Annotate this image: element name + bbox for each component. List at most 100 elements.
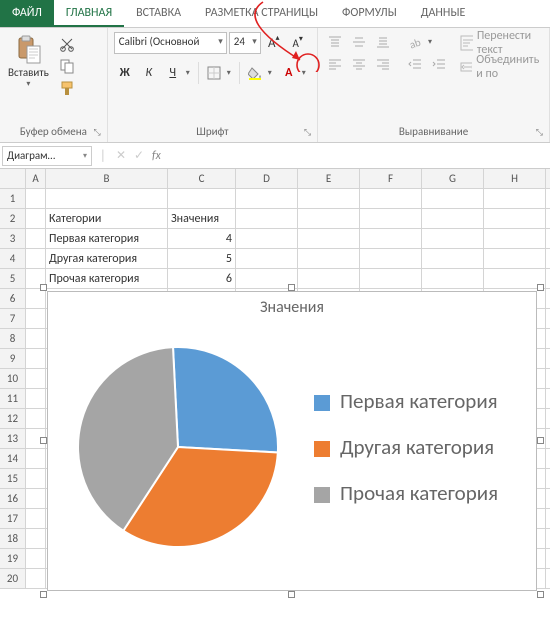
cell-E4[interactable] <box>298 249 360 268</box>
col-head-f[interactable]: F <box>360 169 422 188</box>
increase-indent-button[interactable] <box>428 54 450 74</box>
row-head-2[interactable]: 2 <box>0 209 26 228</box>
row-head-5[interactable]: 5 <box>0 269 26 288</box>
row-head-6[interactable]: 6 <box>0 289 26 308</box>
cell-A7[interactable] <box>26 309 46 328</box>
cell-A20[interactable] <box>26 569 46 588</box>
cell-A3[interactable] <box>26 229 46 248</box>
font-size-combo[interactable]: 24 <box>229 32 261 54</box>
cell-A17[interactable] <box>26 509 46 528</box>
enter-formula-icon[interactable]: ✓ <box>130 148 148 163</box>
row-head-1[interactable]: 1 <box>0 189 26 208</box>
cell-F3[interactable] <box>360 229 422 248</box>
cell-A14[interactable] <box>26 449 46 468</box>
cell-E5[interactable] <box>298 269 360 288</box>
row-head-3[interactable]: 3 <box>0 229 26 248</box>
fill-color-dropdown[interactable]: ▾ <box>268 62 276 84</box>
row-head-19[interactable]: 19 <box>0 549 26 568</box>
cell-G5[interactable] <box>422 269 484 288</box>
fx-icon[interactable]: fx <box>152 149 161 163</box>
formula-input[interactable] <box>165 146 550 166</box>
cell-A11[interactable] <box>26 389 46 408</box>
decrease-font-button[interactable]: A▾ <box>287 32 309 54</box>
cell-F2[interactable] <box>360 209 422 228</box>
cell-A9[interactable] <box>26 349 46 368</box>
cell-C2[interactable]: Значения <box>168 209 236 228</box>
col-head-e[interactable]: E <box>298 169 360 188</box>
row-head-12[interactable]: 12 <box>0 409 26 428</box>
cell-A4[interactable] <box>26 249 46 268</box>
cell-H5[interactable] <box>484 269 546 288</box>
chart-legend[interactable]: Первая категория Другая категория Прочая… <box>308 389 536 505</box>
cell-B5[interactable]: Прочая категория <box>46 269 168 288</box>
decrease-indent-button[interactable] <box>404 54 426 74</box>
cell-H3[interactable] <box>484 229 546 248</box>
col-head-b[interactable]: B <box>46 169 168 188</box>
orientation-dropdown[interactable]: ▾ <box>428 32 436 52</box>
col-head-h[interactable]: H <box>484 169 546 188</box>
cut-button[interactable] <box>57 34 77 54</box>
fill-color-button[interactable] <box>244 62 266 84</box>
cell-C3[interactable]: 4 <box>168 229 236 248</box>
row-head-11[interactable]: 11 <box>0 389 26 408</box>
tab-page-layout[interactable]: РАЗМЕТКА СТРАНИЦЫ <box>193 0 330 27</box>
font-dialog-launcher[interactable]: ⤡ <box>304 127 311 138</box>
alignment-dialog-launcher[interactable]: ⤡ <box>536 127 543 138</box>
tab-insert[interactable]: ВСТАВКА <box>124 0 193 27</box>
cell-E1[interactable] <box>298 189 360 208</box>
tab-home[interactable]: ГЛАВНАЯ <box>54 0 124 27</box>
align-left-button[interactable] <box>324 54 346 74</box>
cell-A18[interactable] <box>26 529 46 548</box>
cell-E3[interactable] <box>298 229 360 248</box>
bold-button[interactable]: Ж <box>114 62 136 84</box>
cell-C4[interactable]: 5 <box>168 249 236 268</box>
col-head-c[interactable]: C <box>168 169 236 188</box>
cell-C1[interactable] <box>168 189 236 208</box>
legend-item-0[interactable]: Первая категория <box>314 389 536 413</box>
cell-A5[interactable] <box>26 269 46 288</box>
col-head-a[interactable]: A <box>26 169 46 188</box>
col-head-g[interactable]: G <box>422 169 484 188</box>
cell-G1[interactable] <box>422 189 484 208</box>
tab-file[interactable]: ФАЙЛ <box>0 0 54 27</box>
increase-font-button[interactable]: A▴ <box>263 32 285 54</box>
cell-D1[interactable] <box>236 189 298 208</box>
clipboard-dialog-launcher[interactable]: ⤡ <box>94 127 101 138</box>
cell-A13[interactable] <box>26 429 46 448</box>
format-painter-button[interactable] <box>57 78 77 98</box>
cell-F1[interactable] <box>360 189 422 208</box>
row-head-13[interactable]: 13 <box>0 429 26 448</box>
italic-button[interactable]: К <box>138 62 160 84</box>
cell-B2[interactable]: Категории <box>46 209 168 228</box>
row-head-8[interactable]: 8 <box>0 329 26 348</box>
underline-button[interactable]: Ч <box>162 62 184 84</box>
align-bottom-button[interactable] <box>372 32 394 52</box>
cell-A10[interactable] <box>26 369 46 388</box>
borders-button[interactable] <box>203 62 225 84</box>
cell-G4[interactable] <box>422 249 484 268</box>
cell-A12[interactable] <box>26 409 46 428</box>
cell-H4[interactable] <box>484 249 546 268</box>
cell-G3[interactable] <box>422 229 484 248</box>
row-head-16[interactable]: 16 <box>0 489 26 508</box>
row-head-15[interactable]: 15 <box>0 469 26 488</box>
cancel-formula-icon[interactable]: ✕ <box>112 148 130 163</box>
row-head-18[interactable]: 18 <box>0 529 26 548</box>
cell-A15[interactable] <box>26 469 46 488</box>
chart-title[interactable]: Значения <box>48 298 536 317</box>
cell-H1[interactable] <box>484 189 546 208</box>
cell-A1[interactable] <box>26 189 46 208</box>
cell-D2[interactable] <box>236 209 298 228</box>
paste-button[interactable]: Вставить ▾ <box>6 32 51 91</box>
col-head-d[interactable]: D <box>236 169 298 188</box>
cell-H2[interactable] <box>484 209 546 228</box>
wrap-text-button[interactable]: Перенести текст <box>460 32 543 54</box>
borders-dropdown[interactable]: ▾ <box>227 62 235 84</box>
row-head-20[interactable]: 20 <box>0 569 26 588</box>
underline-dropdown[interactable]: ▾ <box>186 62 194 84</box>
tab-data[interactable]: ДАННЫЕ <box>409 0 478 27</box>
cell-F5[interactable] <box>360 269 422 288</box>
pie-chart[interactable] <box>48 342 308 552</box>
cell-A19[interactable] <box>26 549 46 568</box>
cell-C5[interactable]: 6 <box>168 269 236 288</box>
